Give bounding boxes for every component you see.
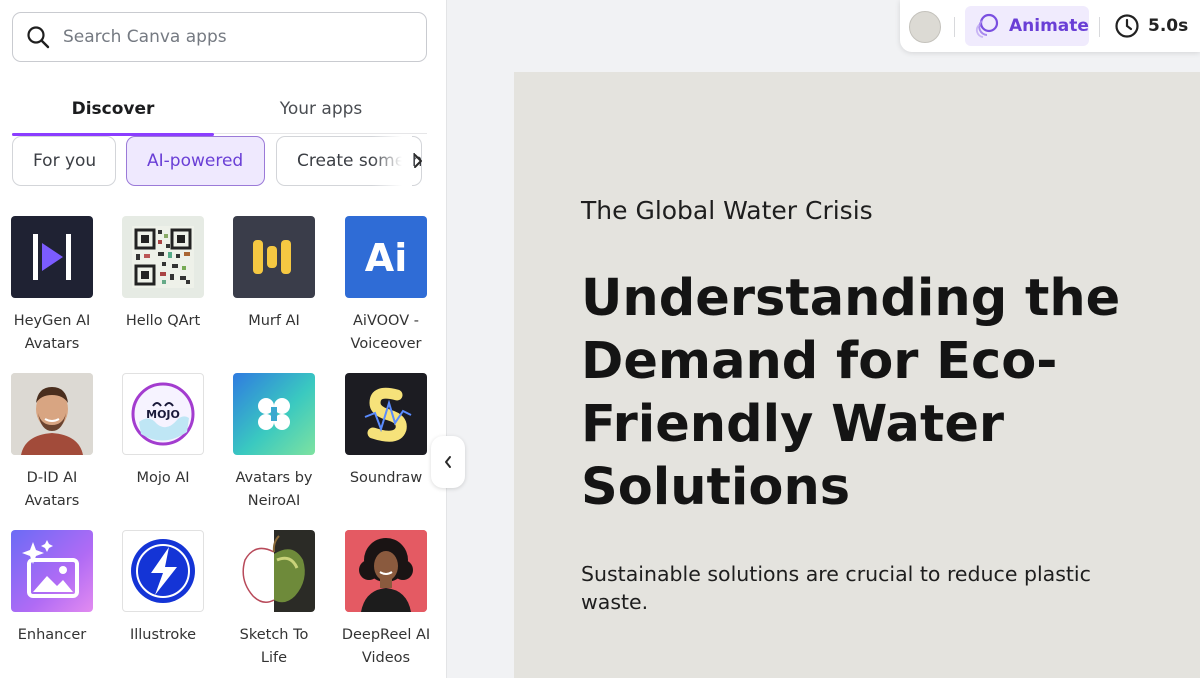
search-input[interactable] bbox=[63, 27, 393, 47]
app-mojo-ai[interactable]: MOJO Mojo AI bbox=[118, 373, 208, 490]
app-neiroai[interactable]: Avatars by NeiroAI bbox=[229, 373, 319, 513]
ai-letters: Ai bbox=[365, 236, 407, 280]
app-aivoov[interactable]: Ai AiVOOV - Voiceover bbox=[341, 216, 431, 356]
app-heygen[interactable]: HeyGen AI Avatars bbox=[7, 216, 97, 356]
ai-letters-icon: Ai bbox=[345, 216, 427, 298]
filter-ai-powered[interactable]: AI-powered bbox=[126, 136, 265, 186]
tab-discover[interactable]: Discover bbox=[12, 84, 214, 136]
lightning-icon bbox=[122, 530, 204, 612]
duration-label: 5.0s bbox=[1148, 16, 1189, 36]
chip-fade bbox=[372, 136, 412, 186]
app-label: Murf AI bbox=[248, 313, 300, 329]
app-label: DeepReel AI Videos bbox=[341, 627, 431, 666]
app-label: Avatars by NeiroAI bbox=[235, 470, 313, 509]
color-swatch-button[interactable] bbox=[909, 11, 941, 43]
slide-subtitle[interactable]: The Global Water Crisis bbox=[581, 196, 873, 225]
app-enhancer[interactable]: Enhancer bbox=[7, 530, 97, 647]
animate-button[interactable]: Animate bbox=[965, 6, 1089, 46]
filter-chips: For you AI-powered Create something bbox=[12, 136, 432, 187]
collapse-panel-button[interactable] bbox=[431, 436, 465, 488]
app-label: Mojo AI bbox=[136, 470, 190, 486]
clock-icon bbox=[1115, 14, 1139, 38]
app-murf-ai[interactable]: Murf AI bbox=[229, 216, 319, 333]
apple-sketch-icon bbox=[233, 530, 315, 612]
app-label: Hello QArt bbox=[125, 313, 201, 329]
man-portrait-icon bbox=[11, 373, 93, 455]
app-label: Illustroke bbox=[129, 627, 197, 643]
app-soundraw[interactable]: Soundraw bbox=[341, 373, 431, 490]
app-label: Soundraw bbox=[349, 470, 423, 486]
element-toolbar: Animate 5.0s bbox=[900, 0, 1200, 52]
app-deepreel[interactable]: DeepReel AI Videos bbox=[341, 530, 431, 670]
butterfly-icon bbox=[233, 373, 315, 455]
search-icon bbox=[27, 26, 50, 49]
murf-logo-icon bbox=[233, 216, 315, 298]
filter-for-you[interactable]: For you bbox=[12, 136, 116, 186]
chevron-right-icon[interactable] bbox=[408, 149, 428, 173]
search-box[interactable] bbox=[12, 12, 427, 62]
app-label: AiVOOV - Voiceover bbox=[350, 313, 422, 352]
soundraw-logo-icon bbox=[345, 373, 427, 455]
divider bbox=[954, 17, 955, 37]
image-sparkle-icon bbox=[11, 530, 93, 612]
animate-label: Animate bbox=[1009, 16, 1089, 36]
woman-portrait-icon bbox=[345, 530, 427, 612]
app-illustroke[interactable]: Illustroke bbox=[118, 530, 208, 647]
qr-art-icon bbox=[122, 216, 204, 298]
app-label: HeyGen AI Avatars bbox=[13, 313, 91, 352]
apps-panel: Discover Your apps For you AI-powered Cr… bbox=[0, 0, 447, 678]
design-canvas[interactable]: The Global Water Crisis Understanding th… bbox=[514, 72, 1200, 678]
app-hello-qart[interactable]: Hello QArt bbox=[118, 216, 208, 333]
chevron-left-icon bbox=[445, 456, 451, 468]
animate-icon bbox=[975, 13, 999, 38]
heygen-logo-icon bbox=[11, 216, 93, 298]
tab-bar: Discover Your apps bbox=[12, 84, 427, 136]
mojo-logo-icon: MOJO bbox=[122, 373, 204, 455]
mojo-wordmark: MOJO bbox=[146, 408, 180, 421]
app-label: D-ID AI Avatars bbox=[24, 470, 80, 509]
divider bbox=[1099, 17, 1100, 37]
app-label: Enhancer bbox=[17, 627, 87, 643]
slide-body[interactable]: Sustainable solutions are crucial to red… bbox=[581, 560, 1121, 616]
tab-your-apps[interactable]: Your apps bbox=[217, 84, 425, 134]
slide-headline[interactable]: Understanding the Demand for Eco-Friendl… bbox=[581, 267, 1141, 519]
app-sketch-to-life[interactable]: Sketch To Life bbox=[229, 530, 319, 670]
duration-button[interactable]: 5.0s bbox=[1114, 11, 1188, 41]
app-label: Sketch To Life bbox=[239, 627, 309, 666]
app-d-id[interactable]: D-ID AI Avatars bbox=[7, 373, 97, 513]
